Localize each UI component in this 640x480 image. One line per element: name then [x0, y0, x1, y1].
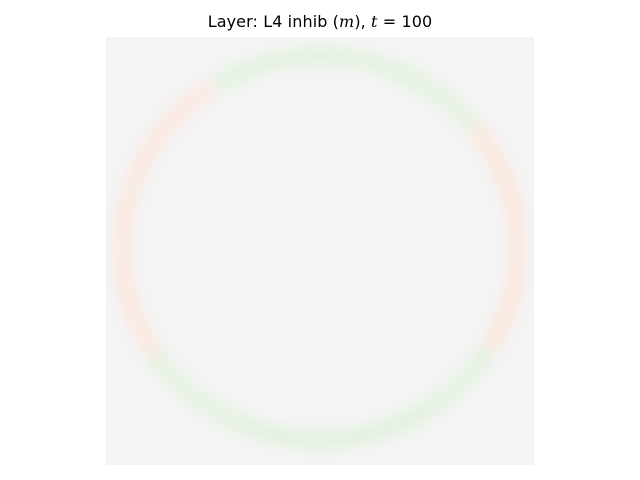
heatmap-plot: [106, 37, 534, 465]
figure: Layer: L4 inhib (m), t = 100: [0, 0, 640, 480]
heatmap-background: [106, 37, 534, 465]
